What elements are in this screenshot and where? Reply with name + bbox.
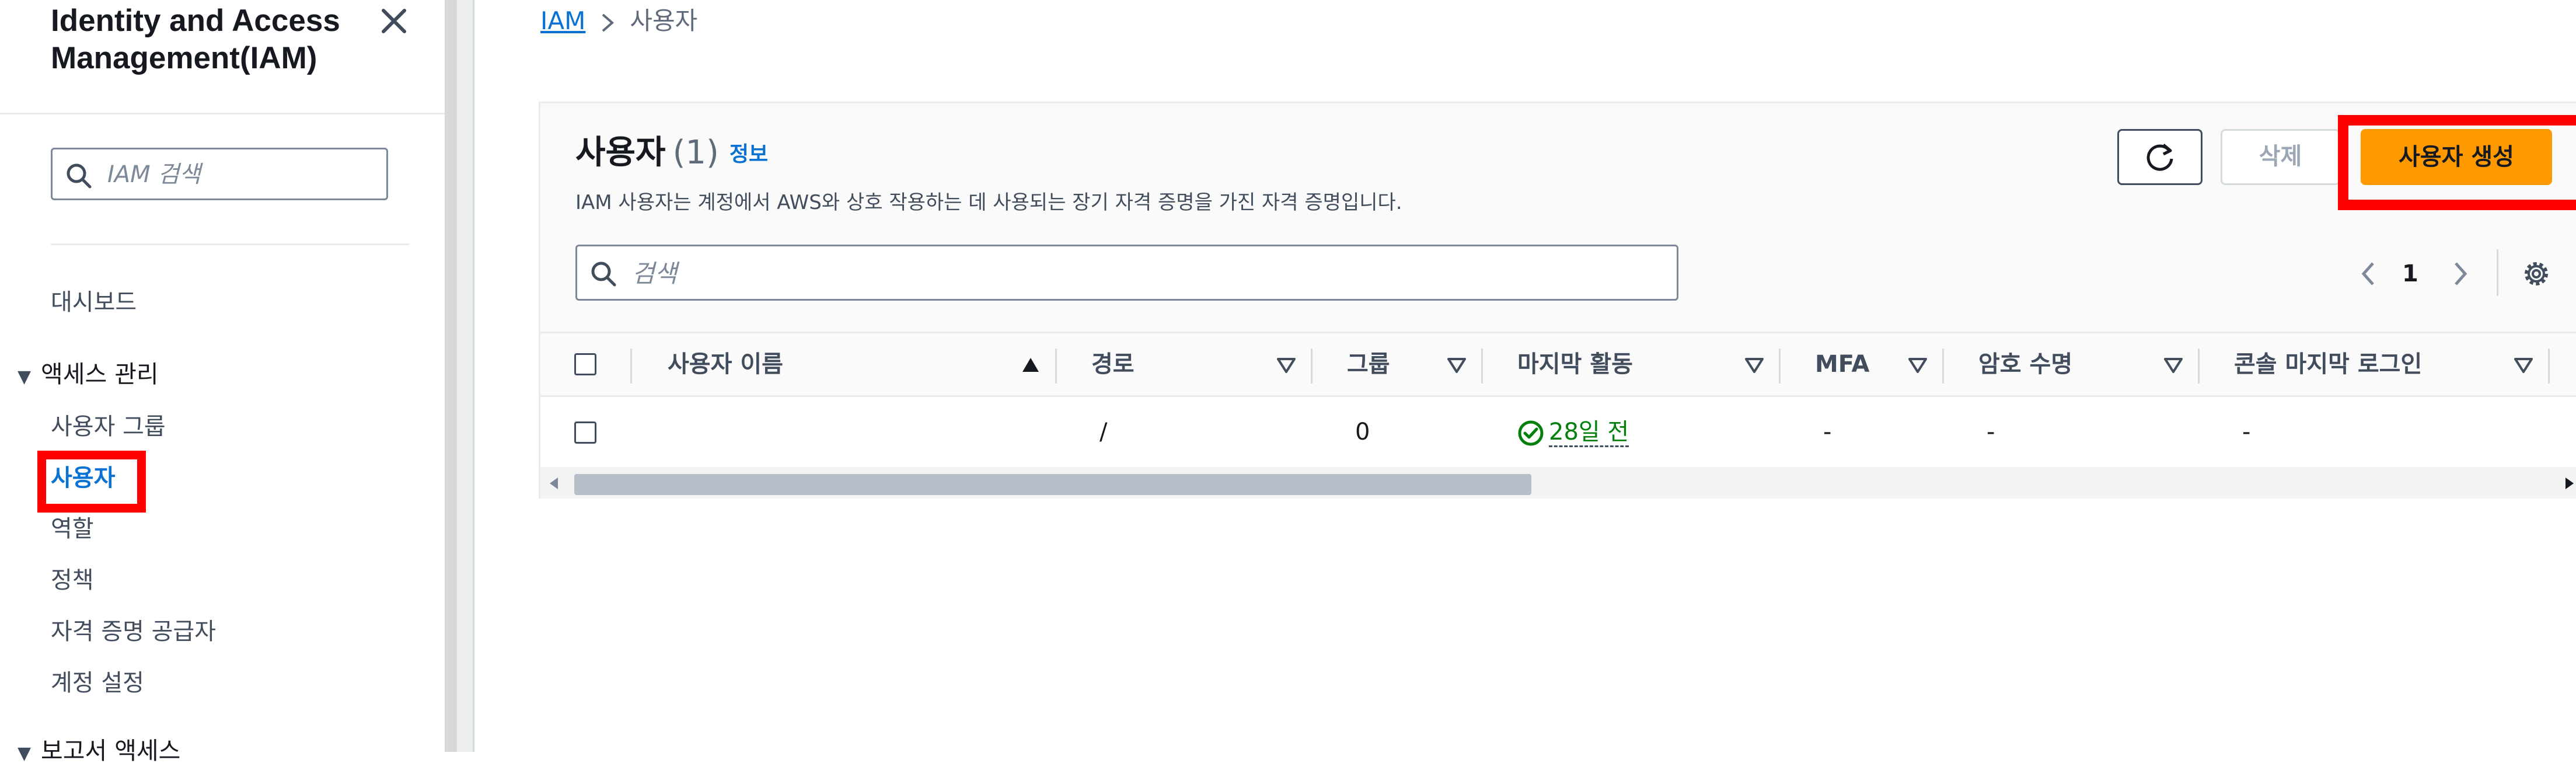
sort-icon[interactable] (1907, 354, 1928, 375)
column-header-path[interactable]: 경로 (1091, 333, 1135, 395)
column-header-password-age[interactable]: 암호 수명 (1978, 333, 2072, 395)
sidebar-item-user-groups[interactable]: 사용자 그룹 (51, 410, 166, 443)
create-user-button[interactable]: 사용자 생성 (2361, 129, 2552, 185)
sort-icon[interactable] (2163, 354, 2184, 375)
column-divider (630, 349, 632, 384)
table-search-box[interactable] (575, 245, 1678, 301)
scroll-left-arrow-icon[interactable] (550, 478, 558, 489)
layout-gutter (457, 0, 473, 752)
scrollbar-thumb[interactable] (574, 474, 1531, 495)
table-header-row: 사용자 이름 경로 그룹 마지막 활동 MFA 암호 수명 콘솔 마지막 로그인 (540, 332, 2576, 397)
sort-ascending-icon[interactable] (1020, 354, 1041, 375)
table-search-input[interactable] (631, 255, 1625, 292)
column-header-last-activity[interactable]: 마지막 활동 (1517, 333, 1633, 395)
status-success-icon (1518, 420, 1544, 446)
close-icon[interactable] (376, 4, 411, 39)
sidebar-item-dashboard[interactable]: 대시보드 (51, 286, 137, 319)
column-header-console-last-login[interactable]: 콘솔 마지막 로그인 (2234, 333, 2422, 395)
page-number[interactable]: 1 (2402, 256, 2418, 291)
breadcrumb-current: 사용자 (630, 6, 698, 35)
breadcrumb-link-iam[interactable]: IAM (540, 6, 585, 35)
sidebar-item-account-settings[interactable]: 계정 설정 (51, 667, 144, 699)
cell-last-activity[interactable]: 28일 전 (1517, 397, 1629, 467)
sidebar-section-label: 액세스 관리 (41, 360, 159, 388)
cell-path: / (1099, 419, 1108, 445)
row-select-checkbox[interactable] (574, 421, 596, 444)
caret-down-icon: ▼ (18, 367, 32, 387)
sidebar-title: Identity and Access Management(IAM) (51, 4, 340, 75)
sort-icon[interactable] (2513, 354, 2534, 375)
column-divider (1942, 349, 1944, 384)
column-divider (1055, 349, 1057, 384)
page-description: IAM 사용자는 계정에서 AWS와 상호 작용하는 데 사용되는 장기 자격 … (575, 191, 1402, 214)
search-icon (589, 259, 618, 288)
pagination-divider (2497, 249, 2498, 296)
last-activity-text: 28일 전 (1549, 419, 1629, 447)
chevron-left-icon[interactable] (2357, 256, 2380, 291)
user-count: (1) (672, 134, 719, 172)
scroll-right-arrow-icon[interactable] (2565, 478, 2574, 489)
sidebar-resize-handle[interactable] (445, 0, 457, 752)
sidebar-search-input[interactable] (106, 156, 377, 193)
breadcrumb: IAM 사용자 (540, 5, 697, 37)
main-content: IAM 사용자 사용자 (1) 정보 IAM 사용자는 계정에서 AWS와 상호 작… (474, 0, 2576, 752)
gear-icon[interactable] (2520, 257, 2553, 290)
column-header-user-name[interactable]: 사용자 이름 (668, 333, 783, 395)
sidebar: Identity and Access Management(IAM) 대시보드… (0, 0, 445, 765)
sort-icon[interactable] (1744, 354, 1765, 375)
cell-password-age: - (1987, 419, 1995, 445)
sidebar-item-roles[interactable]: 역할 (51, 513, 94, 545)
chevron-right-icon (601, 5, 615, 37)
refresh-icon (2146, 144, 2173, 171)
sort-icon[interactable] (1276, 354, 1297, 375)
title-text: 사용자 (575, 134, 666, 172)
search-icon (64, 161, 93, 190)
sidebar-section-report-access[interactable]: ▼ 보고서 액세스 (18, 734, 180, 770)
refresh-button[interactable] (2117, 129, 2202, 185)
column-divider (1779, 349, 1781, 384)
sidebar-search-box[interactable] (51, 148, 388, 200)
info-link[interactable]: 정보 (729, 142, 768, 166)
column-header-mfa[interactable]: MFA (1815, 333, 1870, 395)
cell-console-last-login: - (2242, 419, 2251, 445)
sidebar-item-policies[interactable]: 정책 (51, 564, 94, 597)
users-table-container: 사용자 (1) 정보 IAM 사용자는 계정에서 AWS와 상호 작용하는 데 사용… (539, 102, 2576, 499)
sidebar-divider (51, 243, 409, 245)
page-title: 사용자 (1) 정보 (575, 133, 768, 175)
sidebar-item-identity-providers[interactable]: 자격 증명 공급자 (51, 615, 216, 648)
delete-button[interactable]: 삭제 (2221, 129, 2340, 185)
column-divider (2548, 349, 2550, 384)
cell-group: 0 (1355, 419, 1370, 445)
caret-down-icon: ▼ (18, 743, 32, 764)
horizontal-scrollbar[interactable] (540, 467, 2576, 499)
column-divider (2198, 349, 2200, 384)
sidebar-section-access-management[interactable]: ▼ 액세스 관리 (18, 358, 159, 393)
table-row[interactable]: / 0 28일 전 - - - (540, 397, 2576, 467)
column-divider (1481, 349, 1483, 384)
column-header-group[interactable]: 그룹 (1347, 333, 1390, 395)
sidebar-section-label: 보고서 액세스 (41, 737, 181, 765)
cell-mfa: - (1823, 419, 1832, 445)
chevron-right-icon[interactable] (2449, 256, 2472, 291)
sort-icon[interactable] (1446, 354, 1467, 375)
sidebar-divider (0, 113, 445, 114)
select-all-checkbox[interactable] (574, 353, 596, 375)
sidebar-item-users[interactable]: 사용자 (51, 462, 115, 494)
column-divider (1311, 349, 1313, 384)
